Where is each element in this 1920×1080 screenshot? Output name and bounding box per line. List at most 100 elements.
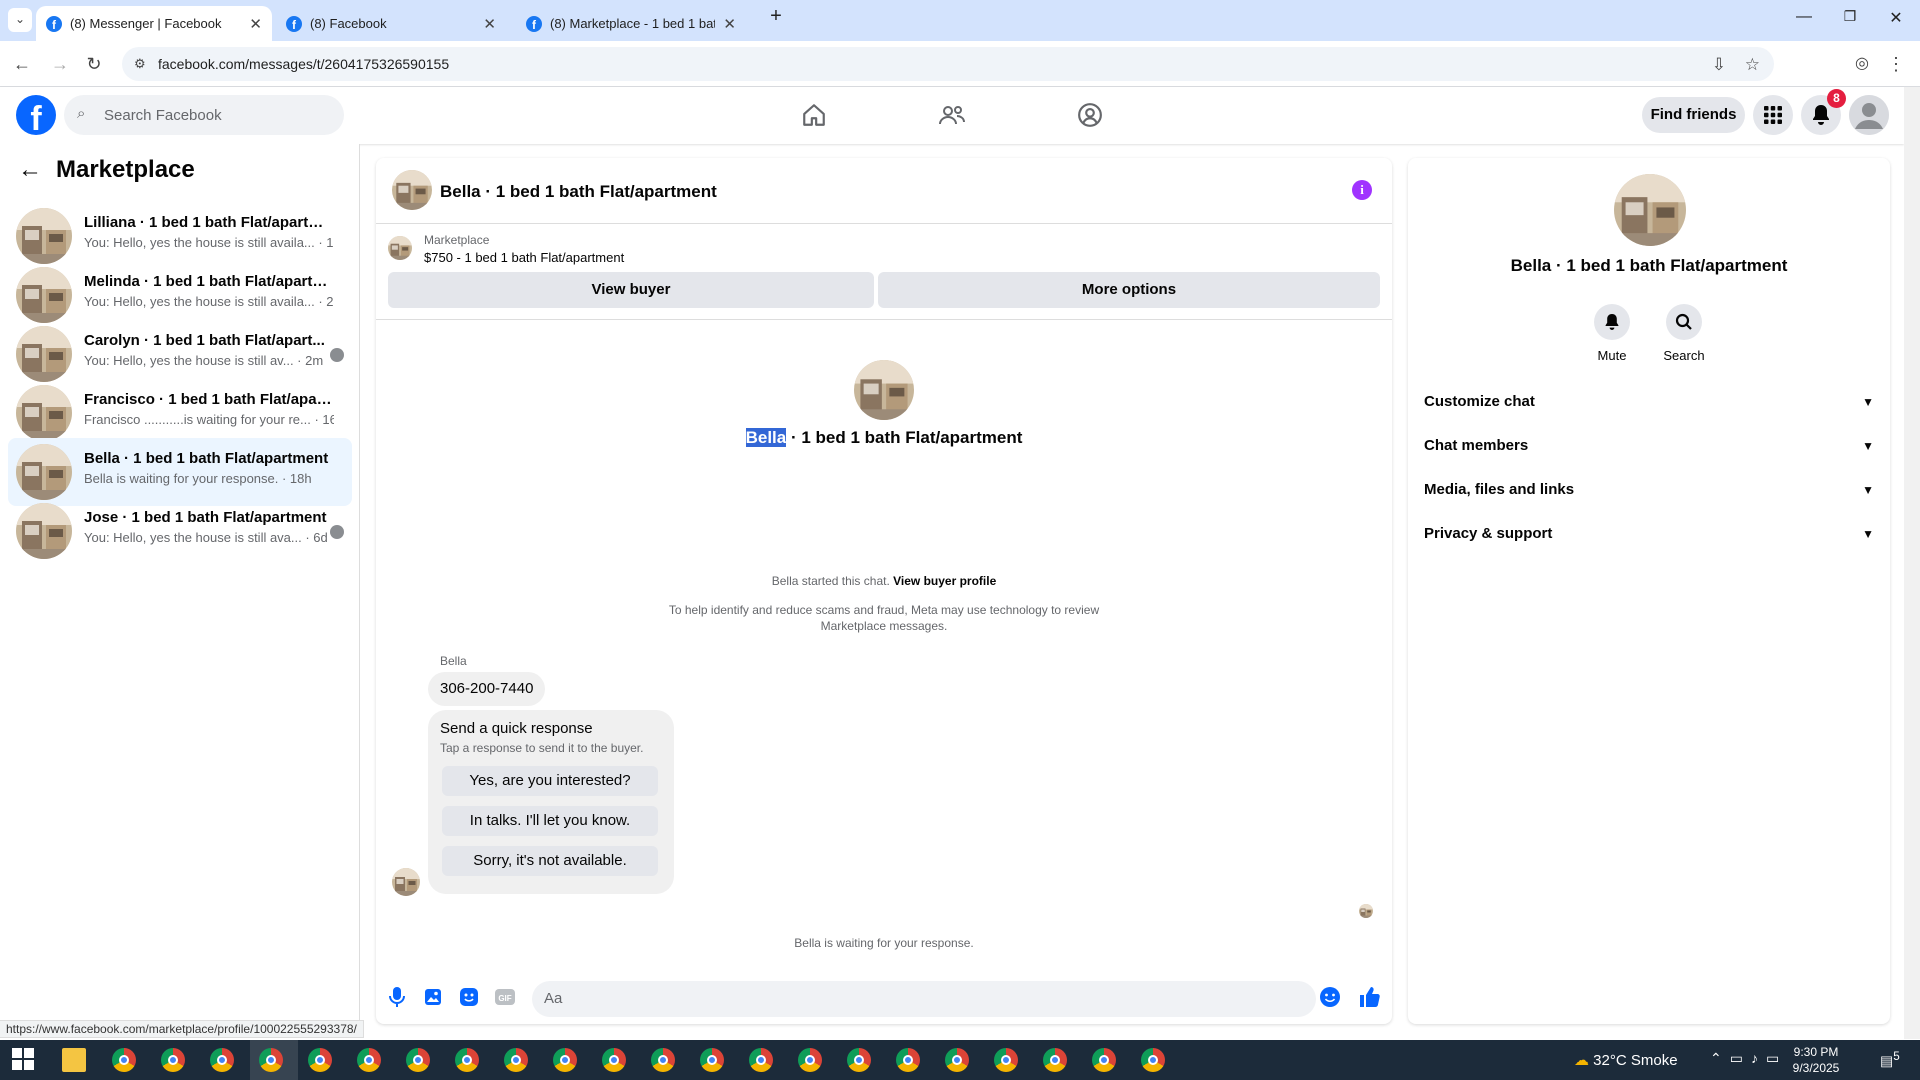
chrome-taskbar-icon[interactable] [308,1048,332,1072]
chrome-taskbar-icon[interactable] [504,1048,528,1072]
window-close-button[interactable]: ✕ [1876,8,1916,32]
tab-marketplace[interactable]: f (8) Marketplace - 1 bed 1 bath F ✕ [516,6,746,41]
close-tab-icon[interactable]: ✕ [723,15,736,33]
notification-center-icon[interactable]: ▤5 [1880,1050,1900,1070]
account-avatar-button[interactable] [1849,95,1889,135]
facebook-logo[interactable]: f [16,95,56,135]
chrome-taskbar-icon[interactable] [1043,1048,1067,1072]
reload-icon[interactable]: ↻ [82,53,106,77]
site-info-icon[interactable]: ⚙ [134,56,146,72]
sender-avatar[interactable] [392,868,420,896]
chrome-taskbar-icon[interactable] [945,1048,969,1072]
quick-response-in-talks[interactable]: In talks. I'll let you know. [442,806,658,836]
chrome-taskbar-icon[interactable] [161,1048,185,1072]
info-icon[interactable]: i [1352,180,1372,200]
conversation-item[interactable]: Jose · 1 bed 1 bath Flat/apartment You: H… [8,497,352,565]
chrome-taskbar-icon[interactable] [455,1048,479,1072]
forward-icon[interactable]: → [48,53,72,77]
conversation-item[interactable]: Lilliana · 1 bed 1 bath Flat/apartment Yo… [8,202,352,270]
tab-messenger[interactable]: f (8) Messenger | Facebook ✕ [36,6,272,41]
chrome-taskbar-icon[interactable] [700,1048,724,1072]
panel-avatar[interactable] [1614,174,1686,246]
tab-facebook[interactable]: f (8) Facebook ✕ [276,6,506,41]
menu-grid-button[interactable] [1753,95,1793,135]
sticker-icon[interactable] [458,986,480,1008]
chat-avatar[interactable] [392,170,432,210]
view-buyer-profile-link[interactable]: View buyer profile [893,574,996,588]
conversation-item[interactable]: Melinda · 1 bed 1 bath Flat/apartm... You… [8,261,352,329]
tab-search-button[interactable]: ⌄ [8,8,32,32]
photo-icon[interactable] [422,986,444,1008]
status-url: https://www.facebook.com/marketplace/pro… [0,1020,364,1038]
chevron-down-icon: ▼ [1862,483,1874,497]
chat-intro-name: Bella · 1 bed 1 bath Flat/apartment [376,428,1392,448]
chrome-taskbar-icon[interactable] [847,1048,871,1072]
listing-title[interactable]: $750 - 1 bed 1 bath Flat/apartment [424,250,624,265]
search-chat-button[interactable]: Search [1654,304,1714,363]
chrome-taskbar-icon[interactable] [210,1048,234,1072]
message-bubble[interactable]: 306-200-7440 [428,672,546,706]
chrome-taskbar-icon[interactable] [602,1048,626,1072]
weather-widget[interactable]: ☁ 32°C Smoke [1574,1051,1678,1069]
mute-button[interactable]: Mute [1582,304,1642,363]
more-options-button[interactable]: More options [878,272,1380,308]
friends-icon[interactable] [938,101,966,129]
chrome-taskbar-icon[interactable] [798,1048,822,1072]
emoji-icon[interactable] [1319,986,1341,1008]
page-scrollbar[interactable] [1904,87,1920,1039]
clock[interactable]: 9:30 PM 9/3/2025 [1780,1044,1852,1076]
profile-circle-icon[interactable] [1076,101,1104,129]
conversation-item[interactable]: Carolyn · 1 bed 1 bath Flat/apart... You:… [8,320,352,388]
back-arrow-icon[interactable]: ← [18,156,42,184]
chrome-taskbar-icon[interactable] [406,1048,430,1072]
new-tab-button[interactable]: + [756,5,796,29]
chat-started-notice: Bella started this chat. View buyer prof… [376,574,1392,588]
url-bar[interactable]: ⚙ facebook.com/messages/t/26041753265901… [122,47,1774,81]
chrome-taskbar-icon[interactable] [259,1048,283,1072]
gif-icon[interactable]: GIF [494,986,516,1008]
privacy-support-section[interactable]: Privacy & support ▼ [1424,512,1874,556]
find-friends-button[interactable]: Find friends [1642,97,1745,133]
notification-badge: 8 [1827,89,1846,108]
chrome-taskbar-icon[interactable] [357,1048,381,1072]
profile-icon[interactable]: ◎ [1850,53,1874,77]
chrome-taskbar-icon[interactable] [749,1048,773,1072]
chrome-taskbar-icon[interactable] [553,1048,577,1072]
listing-thumbnail[interactable] [388,236,412,260]
url-text: facebook.com/messages/t/2604175326590155 [158,56,450,72]
chrome-taskbar-icon[interactable] [1092,1048,1116,1072]
home-icon[interactable] [800,101,828,129]
chrome-taskbar-icon[interactable] [1141,1048,1165,1072]
message-input[interactable]: Aa [532,981,1316,1017]
install-app-icon[interactable]: ⇩ [1712,55,1726,75]
microphone-icon[interactable] [386,986,408,1008]
conversation-item[interactable]: Francisco · 1 bed 1 bath Flat/apart... Fr… [8,379,352,447]
back-icon[interactable]: ← [10,53,34,77]
start-icon[interactable] [12,1048,36,1072]
chrome-taskbar-icon[interactable] [112,1048,136,1072]
chat-title[interactable]: Bella · 1 bed 1 bath Flat/apartment [440,182,717,202]
thumbs-up-icon[interactable] [1358,986,1380,1008]
bookmark-star-icon[interactable]: ☆ [1745,55,1760,75]
customize-chat-section[interactable]: Customize chat ▼ [1424,380,1874,424]
browser-menu-icon[interactable]: ⋮ [1884,53,1908,77]
chrome-taskbar-icon[interactable] [994,1048,1018,1072]
section-label: Privacy & support [1424,525,1553,542]
conversation-item[interactable]: Bella · 1 bed 1 bath Flat/apartment Bella… [8,438,352,506]
bell-icon [1813,105,1829,125]
media-files-links-section[interactable]: Media, files and links ▼ [1424,468,1874,512]
quick-response-yes[interactable]: Yes, are you interested? [442,766,658,796]
chat-members-section[interactable]: Chat members ▼ [1424,424,1874,468]
file-explorer-icon[interactable] [62,1048,86,1072]
chrome-taskbar-icon[interactable] [651,1048,675,1072]
minimize-button[interactable]: — [1784,8,1824,32]
close-tab-icon[interactable]: ✕ [483,15,496,33]
chrome-taskbar-icon[interactable] [896,1048,920,1072]
view-buyer-button[interactable]: View buyer [388,272,874,308]
facebook-search-input[interactable]: ⌕ Search Facebook [64,95,344,135]
quick-response-not-available[interactable]: Sorry, it's not available. [442,846,658,876]
restore-button[interactable]: ❐ [1830,8,1870,32]
chat-intro-avatar[interactable] [854,360,914,420]
close-tab-icon[interactable]: ✕ [249,15,262,33]
system-tray-icons[interactable]: ⌃▭♪▭ [1710,1050,1787,1067]
